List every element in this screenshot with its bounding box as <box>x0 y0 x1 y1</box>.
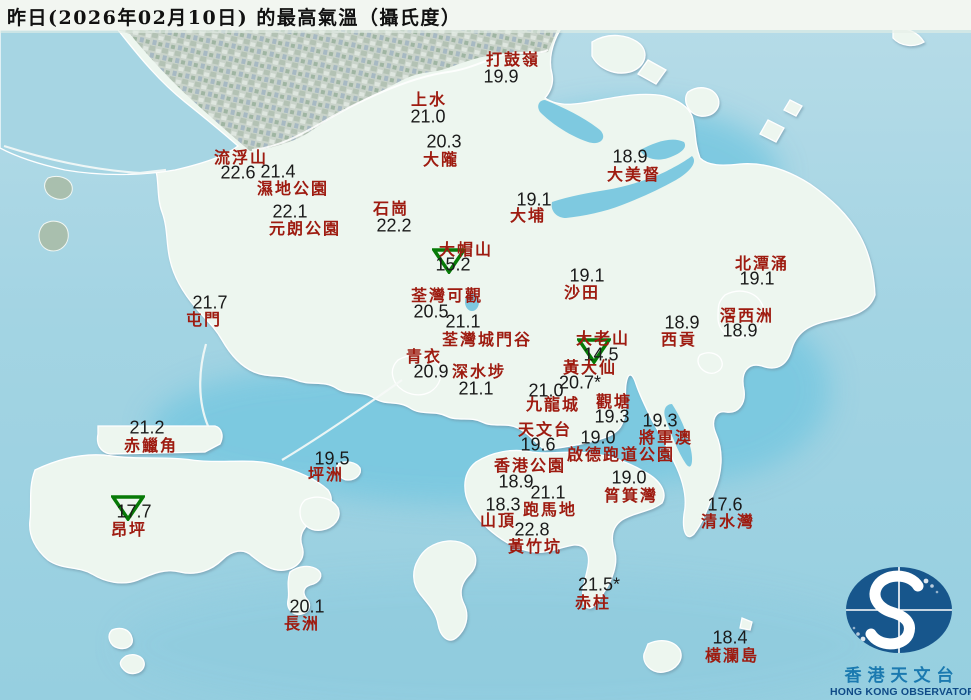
map-title: 昨日(2026年02月10日) 的最高氣溫（攝氏度） <box>7 7 462 29</box>
station-name: 筲箕灣 <box>603 486 659 505</box>
station-name: 大美督 <box>606 165 662 184</box>
hong-kong-base-map <box>0 0 971 700</box>
station-name: 跑馬地 <box>522 500 578 519</box>
station-name: 長洲 <box>283 614 321 633</box>
island-kat-o <box>685 87 720 117</box>
station-name: 荃灣可觀 <box>410 286 484 305</box>
station-name: 大帽山 <box>438 240 494 259</box>
station-name: 大老山 <box>575 329 631 348</box>
station-name: 赤鱲角 <box>123 436 179 455</box>
island-soko-2 <box>119 654 145 675</box>
station-name: 香港公園 <box>493 456 567 475</box>
island-soko-1 <box>108 627 133 650</box>
station-name: 石崗 <box>372 199 410 218</box>
station-name: 滘西洲 <box>719 306 775 325</box>
station-name: 大隴 <box>422 150 460 169</box>
station-name: 啟德跑道公園 <box>566 445 676 464</box>
station-name: 打鼓嶺 <box>485 50 541 69</box>
max-temperature-map: 昨日(2026年02月10日) 的最高氣溫（攝氏度） 19.9 打鼓嶺 21.0 上水… <box>0 0 971 700</box>
deep-bay-islet-2 <box>38 220 69 252</box>
station-name: 橫瀾島 <box>704 646 760 665</box>
station-name: 天文台 <box>517 420 573 439</box>
station-name: 觀塘 <box>595 392 633 411</box>
logo-english-text: HONG KONG OBSERVATORY <box>830 686 971 698</box>
island-po-toi <box>643 639 682 673</box>
station-name: 西貢 <box>660 330 698 349</box>
station-name: 荃灣城門谷 <box>441 330 533 349</box>
station-name: 昂坪 <box>110 520 148 539</box>
station-name: 九龍城 <box>525 395 581 414</box>
station-name: 青衣 <box>405 347 443 366</box>
station-name: 沙田 <box>563 283 601 302</box>
station-name: 元朗公園 <box>268 219 342 238</box>
station-name: 上水 <box>410 90 448 109</box>
station-name: 山頂 <box>479 511 517 530</box>
station-name: 黃竹坑 <box>507 537 563 556</box>
station-name: 坪洲 <box>307 465 345 484</box>
station-name: 黃大仙 <box>562 358 618 377</box>
station-name: 北潭涌 <box>734 254 790 273</box>
station-name: 大埔 <box>509 206 547 225</box>
station-name: 深水埗 <box>451 362 507 381</box>
logo-chinese-text: 香港天文台 <box>844 666 960 686</box>
station-name: 清水灣 <box>700 512 756 531</box>
island-lantau <box>29 454 332 584</box>
title-strip-fade <box>0 30 971 33</box>
station-name: 赤柱 <box>574 593 612 612</box>
hko-emblem-icon <box>846 567 952 653</box>
station-name: 濕地公園 <box>256 179 330 198</box>
station-name: 屯門 <box>185 310 223 329</box>
hko-logo: 香港天文台 HONG KONG OBSERVATORY <box>830 564 971 698</box>
island-hei-ling-chau <box>299 496 340 531</box>
